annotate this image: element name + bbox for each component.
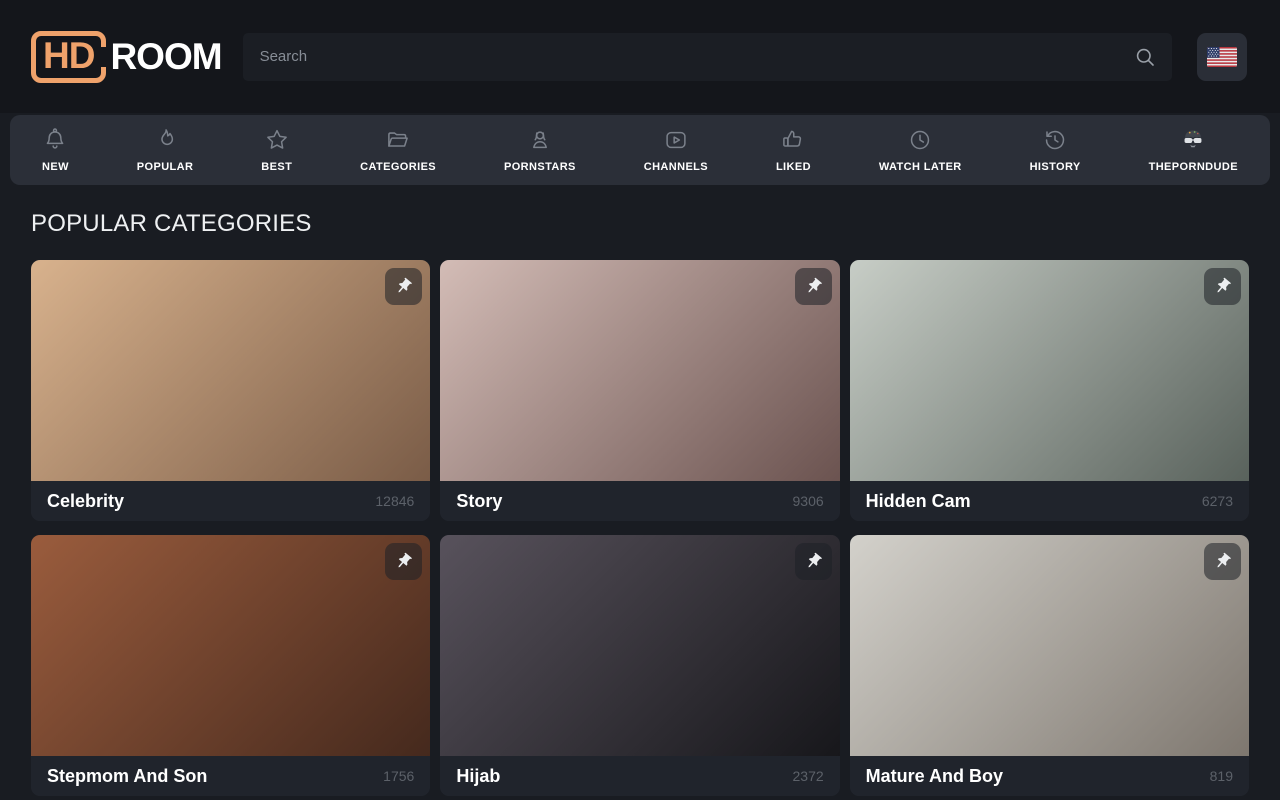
card-footer: Story 9306 — [440, 481, 839, 521]
category-card-mature-and-boy[interactable]: Mature And Boy 819 — [850, 535, 1249, 796]
top-bar: HD ROOM — [0, 0, 1280, 113]
pin-button[interactable] — [385, 543, 422, 580]
pin-icon — [803, 551, 824, 572]
card-footer: Hijab 2372 — [440, 756, 839, 796]
nav-item-label: CHANNELS — [644, 161, 708, 173]
pin-icon — [803, 276, 824, 297]
category-thumbnail[interactable] — [850, 260, 1249, 481]
nav-item-channels[interactable]: CHANNELS — [644, 127, 708, 173]
language-button[interactable] — [1197, 33, 1247, 81]
category-count: 12846 — [375, 493, 414, 509]
card-footer: Mature And Boy 819 — [850, 756, 1249, 796]
nav-item-label: NEW — [42, 161, 69, 173]
star-icon — [264, 127, 290, 153]
search-icon[interactable] — [1133, 45, 1157, 74]
category-count: 9306 — [793, 493, 824, 509]
pin-button[interactable] — [1204, 268, 1241, 305]
category-label: Celebrity — [47, 491, 124, 512]
pin-button[interactable] — [385, 268, 422, 305]
folder-icon — [385, 127, 411, 153]
pin-icon — [393, 276, 414, 297]
nav-item-theporndude[interactable]: THEPORNDUDE — [1149, 127, 1238, 173]
category-card-story[interactable]: Story 9306 — [440, 260, 839, 521]
pin-icon — [1212, 276, 1233, 297]
person-icon — [527, 127, 553, 153]
nav-item-label: POPULAR — [137, 161, 194, 173]
category-card-hijab[interactable]: Hijab 2372 — [440, 535, 839, 796]
category-grid: Celebrity 12846 Story 9306 Hidde — [31, 260, 1249, 796]
search-box — [243, 33, 1172, 81]
site-logo[interactable]: HD ROOM — [31, 31, 222, 83]
card-footer: Hidden Cam 6273 — [850, 481, 1249, 521]
bell-icon — [42, 127, 68, 153]
logo-room: ROOM — [110, 36, 221, 78]
category-thumbnail[interactable] — [440, 260, 839, 481]
nav-item-history[interactable]: HISTORY — [1030, 127, 1081, 173]
pin-button[interactable] — [795, 543, 832, 580]
nav-item-label: LIKED — [776, 161, 811, 173]
nav-item-label: PORNSTARS — [504, 161, 576, 173]
category-thumbnail[interactable] — [850, 535, 1249, 756]
category-card-hidden-cam[interactable]: Hidden Cam 6273 — [850, 260, 1249, 521]
nav-item-label: BEST — [261, 161, 292, 173]
nav-item-popular[interactable]: POPULAR — [137, 127, 194, 173]
card-footer: Stepmom And Son 1756 — [31, 756, 430, 796]
thumbs-up-icon — [780, 127, 806, 153]
category-count: 6273 — [1202, 493, 1233, 509]
search-input[interactable] — [243, 33, 1172, 81]
history-icon — [1042, 127, 1068, 153]
nav-item-watch-later[interactable]: WATCH LATER — [879, 127, 962, 173]
main-nav: NEW POPULAR BEST CATEGORIES — [10, 115, 1270, 185]
pin-button[interactable] — [1204, 543, 1241, 580]
nav-item-new[interactable]: NEW — [42, 127, 69, 173]
category-label: Hidden Cam — [866, 491, 971, 512]
category-count: 819 — [1210, 768, 1233, 784]
category-thumbnail[interactable] — [440, 535, 839, 756]
nav-item-label: HISTORY — [1030, 161, 1081, 173]
us-flag-icon — [1207, 47, 1237, 67]
nav-item-label: THEPORNDUDE — [1149, 161, 1238, 173]
pin-button[interactable] — [795, 268, 832, 305]
clock-icon — [907, 127, 933, 153]
category-card-celebrity[interactable]: Celebrity 12846 — [31, 260, 430, 521]
category-count: 2372 — [793, 768, 824, 784]
pin-icon — [1212, 551, 1233, 572]
theporndude-icon — [1180, 127, 1206, 153]
category-label: Stepmom And Son — [47, 766, 207, 787]
play-video-icon — [663, 127, 689, 153]
category-thumbnail[interactable] — [31, 260, 430, 481]
nav-item-best[interactable]: BEST — [261, 127, 292, 173]
nav-item-categories[interactable]: CATEGORIES — [360, 127, 436, 173]
category-label: Mature And Boy — [866, 766, 1003, 787]
category-card-stepmom-and-son[interactable]: Stepmom And Son 1756 — [31, 535, 430, 796]
category-label: Hijab — [456, 766, 500, 787]
card-footer: Celebrity 12846 — [31, 481, 430, 521]
nav-item-label: CATEGORIES — [360, 161, 436, 173]
page-title: POPULAR CATEGORIES — [31, 210, 1249, 238]
nav-item-liked[interactable]: LIKED — [776, 127, 811, 173]
category-count: 1756 — [383, 768, 414, 784]
nav-item-label: WATCH LATER — [879, 161, 962, 173]
category-thumbnail[interactable] — [31, 535, 430, 756]
content-area: POPULAR CATEGORIES Celebrity 12846 Story — [0, 210, 1280, 796]
nav-item-pornstars[interactable]: PORNSTARS — [504, 127, 576, 173]
logo-hd: HD — [31, 31, 106, 83]
flame-icon — [152, 127, 178, 153]
category-label: Story — [456, 491, 502, 512]
pin-icon — [393, 551, 414, 572]
